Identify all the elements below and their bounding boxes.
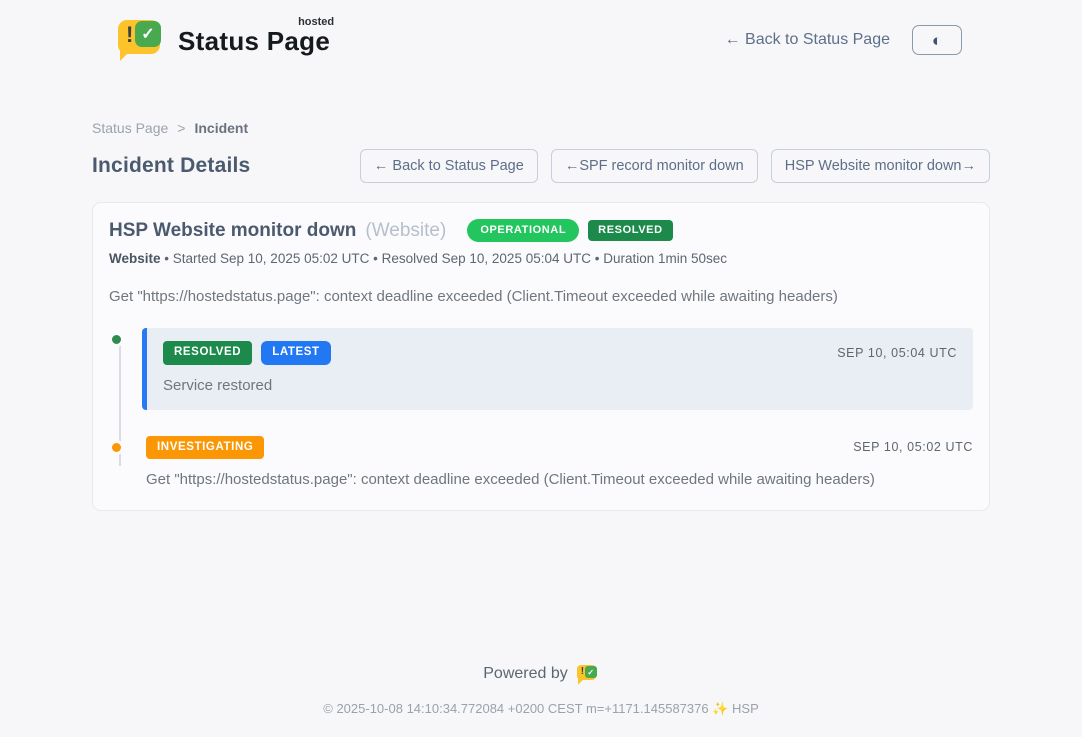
timeline-entry-resolved: RESOLVED LATEST SEP 10, 05:04 UTC Servic… <box>109 328 973 410</box>
page-title: Incident Details <box>92 154 250 178</box>
incident-card: HSP Website monitor down (Website) OPERA… <box>92 202 990 511</box>
resolved-badge: RESOLVED <box>163 341 252 365</box>
brand[interactable]: ! ✓ Status Page hosted <box>118 18 330 62</box>
main-content: Status Page > Incident Incident Details … <box>92 120 990 511</box>
latest-badge: LATEST <box>261 341 330 365</box>
title-row: Incident Details ← Back to Status Page ←… <box>92 149 990 183</box>
copyright-line: © 2025-10-08 14:10:34.772084 +0200 CEST … <box>0 701 1082 717</box>
logo-check-icon: ✓ <box>141 24 154 44</box>
incident-title: HSP Website monitor down <box>109 220 356 242</box>
timeline-timestamp: SEP 10, 05:04 UTC <box>837 346 957 360</box>
logo-check-box: ✓ <box>135 21 161 47</box>
logo-exclaim-glyph: ! <box>126 22 133 48</box>
brand-title: Status Page <box>178 26 330 56</box>
footer-logo-check-icon: ✓ <box>587 668 594 677</box>
meta-details: • Started Sep 10, 2025 05:02 UTC • Resol… <box>161 251 728 266</box>
incident-title-row: HSP Website monitor down (Website) OPERA… <box>109 219 973 242</box>
incident-timeline: RESOLVED LATEST SEP 10, 05:04 UTC Servic… <box>109 328 973 488</box>
brand-text: Status Page hosted <box>178 26 330 57</box>
footer-logo-icon[interactable]: ! ✓ <box>577 663 599 684</box>
timeline-message: Service restored <box>163 377 957 394</box>
breadcrumb: Status Page > Incident <box>92 120 990 136</box>
powered-by-label: Powered by <box>483 665 568 683</box>
contrast-icon: ◐ <box>932 32 942 49</box>
back-to-status-page-button[interactable]: ← Back to Status Page <box>360 149 538 183</box>
brand-superscript: hosted <box>298 16 334 28</box>
resolved-status-badge: RESOLVED <box>588 220 673 241</box>
timeline-dot-column <box>109 436 142 455</box>
incident-nav-buttons: ← Back to Status Page ←SPF record monito… <box>360 149 990 183</box>
timeline-entry-content: INVESTIGATING SEP 10, 05:02 UTC Get "htt… <box>142 436 973 489</box>
meta-service-name: Website <box>109 251 161 266</box>
theme-toggle-button[interactable]: ◐ <box>912 25 962 55</box>
timeline-badges: RESOLVED LATEST <box>163 341 331 365</box>
powered-by: Powered by ! ✓ <box>0 663 1082 684</box>
incident-service: (Website) <box>365 220 446 242</box>
header-right: ← Back to Status Page ◐ <box>725 25 962 55</box>
breadcrumb-status-page[interactable]: Status Page <box>92 120 168 136</box>
breadcrumb-incident: Incident <box>194 120 248 136</box>
footer: Powered by ! ✓ © 2025-10-08 14:10:34.772… <box>0 663 1082 737</box>
incident-description: Get "https://hostedstatus.page": context… <box>109 288 973 305</box>
timeline-entry-investigating: INVESTIGATING SEP 10, 05:02 UTC Get "htt… <box>109 436 973 489</box>
prev-incident-button[interactable]: ←SPF record monitor down <box>551 149 758 183</box>
timeline-dot-column <box>109 328 142 347</box>
footer-logo-check-box: ✓ <box>585 666 597 678</box>
status-page-logo-icon: ! ✓ <box>118 18 166 62</box>
timeline-dot-orange <box>109 440 124 455</box>
timeline-message: Get "https://hostedstatus.page": context… <box>146 471 973 488</box>
timeline-badges: INVESTIGATING <box>146 436 264 460</box>
footer-logo-tail <box>578 678 585 685</box>
breadcrumb-separator: > <box>177 120 185 136</box>
timeline-entry-content: RESOLVED LATEST SEP 10, 05:04 UTC Servic… <box>142 328 973 410</box>
incident-meta: Website • Started Sep 10, 2025 05:02 UTC… <box>109 251 973 266</box>
header-back-link[interactable]: ← Back to Status Page <box>725 31 890 49</box>
timeline-dot-green <box>109 332 124 347</box>
investigating-badge: INVESTIGATING <box>146 436 264 460</box>
next-incident-button[interactable]: HSP Website monitor down→ <box>771 149 990 183</box>
header: ! ✓ Status Page hosted ← Back to Status … <box>0 0 1082 66</box>
timeline-timestamp: SEP 10, 05:02 UTC <box>853 440 973 454</box>
footer-logo-exclaim: ! <box>581 666 584 677</box>
operational-badge: OPERATIONAL <box>467 219 579 242</box>
timeline-entry-head: INVESTIGATING SEP 10, 05:02 UTC <box>146 436 973 460</box>
timeline-entry-head: RESOLVED LATEST SEP 10, 05:04 UTC <box>163 341 957 365</box>
